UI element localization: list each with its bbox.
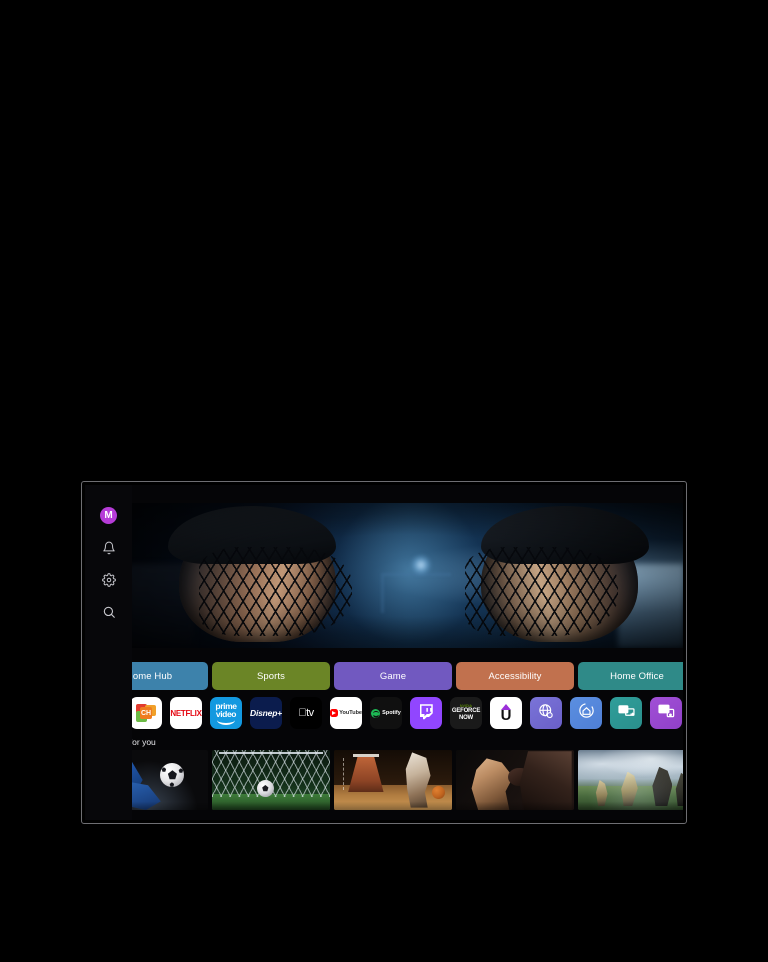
sidebar-item-settings[interactable]	[100, 571, 117, 588]
app-apple-tv[interactable]: tv	[290, 697, 322, 729]
nav-button-label: Sports	[256, 670, 286, 682]
spotify-logo-icon	[371, 708, 381, 718]
app-spotify[interactable]: Spotify	[370, 697, 402, 729]
screen-mirroring-icon	[657, 701, 676, 725]
app-label: U	[500, 706, 512, 724]
apple-logo-icon: 	[298, 707, 306, 719]
app-shortcuts-row: APPS CH NETFLIX prime video	[90, 697, 683, 731]
app-u[interactable]: U	[490, 697, 522, 729]
app-disney-plus[interactable]: Disnep+	[250, 697, 282, 729]
sidebar-item-notifications[interactable]	[100, 539, 117, 556]
top-pick-boxing[interactable]	[456, 750, 574, 810]
nav-button-label: Home Hub	[125, 670, 173, 682]
app-geforce-now[interactable]: NVIDIA GEFORCE NOW	[450, 697, 482, 729]
top-pick-basketball[interactable]	[334, 750, 452, 810]
app-label: YouTube	[339, 710, 362, 716]
sidebar-item-search[interactable]	[100, 603, 117, 620]
tv-screen: M Home Hub Sports Game Accessibility Hom…	[85, 485, 683, 820]
nav-button-label: Game	[379, 670, 407, 682]
app-twitch[interactable]	[410, 697, 442, 729]
app-label: CH	[140, 707, 152, 719]
app-netflix[interactable]: NETFLIX	[170, 697, 202, 729]
profile-avatar[interactable]: M	[100, 507, 117, 524]
nav-button-game[interactable]: Game	[334, 662, 452, 690]
app-label: NETFLIX	[170, 708, 202, 718]
hero-banner[interactable]	[132, 503, 683, 648]
youtube-play-icon	[330, 709, 338, 717]
nav-button-accessibility[interactable]: Accessibility	[456, 662, 574, 690]
top-pick-goal-net[interactable]	[212, 750, 330, 810]
tv-bezel: M Home Hub Sports Game Accessibility Hom…	[81, 481, 687, 824]
app-prime-video[interactable]: prime video	[210, 697, 242, 729]
hero-artwork-hockey	[132, 503, 683, 648]
app-smartthings[interactable]	[570, 697, 602, 729]
boxing-thumbnail	[456, 750, 574, 810]
nav-button-sports[interactable]: Sports	[212, 662, 330, 690]
samsung-tv-plus-icon: CH	[136, 704, 156, 722]
bell-icon	[102, 541, 116, 555]
app-multi-view[interactable]	[610, 697, 642, 729]
goal-net-thumbnail	[212, 750, 330, 810]
app-youtube[interactable]: YouTube	[330, 697, 362, 729]
smile-arrow-icon	[217, 720, 235, 725]
app-label-3: NOW	[458, 714, 474, 721]
basketball-thumbnail	[334, 750, 452, 810]
search-icon	[102, 605, 116, 619]
nav-button-home-office[interactable]: Home Office	[578, 662, 683, 690]
nav-button-label: Home Office	[610, 670, 664, 682]
multi-view-icon	[617, 701, 636, 725]
app-label: tv	[302, 707, 314, 719]
app-label: Spotify	[382, 710, 401, 716]
top-pick-football[interactable]	[578, 750, 683, 810]
screenshot-root: M Home Hub Sports Game Accessibility Hom…	[0, 0, 768, 962]
app-web-browser[interactable]	[530, 697, 562, 729]
quick-nav-row: Home Hub Sports Game Accessibility Home …	[90, 662, 683, 690]
top-picks-row	[90, 750, 683, 810]
app-screen-mirroring[interactable]	[650, 697, 682, 729]
app-label: Disnep+	[250, 708, 282, 718]
twitch-glitch-icon	[417, 702, 435, 725]
globe-icon	[537, 702, 555, 725]
app-samsung-tv-plus[interactable]: CH	[130, 697, 162, 729]
app-label-2: video	[215, 709, 237, 719]
gear-icon	[101, 572, 116, 587]
smartthings-home-icon	[577, 701, 596, 725]
sidebar-rail: M	[85, 485, 132, 820]
nav-button-label: Accessibility	[488, 670, 542, 682]
football-thumbnail	[578, 750, 683, 810]
